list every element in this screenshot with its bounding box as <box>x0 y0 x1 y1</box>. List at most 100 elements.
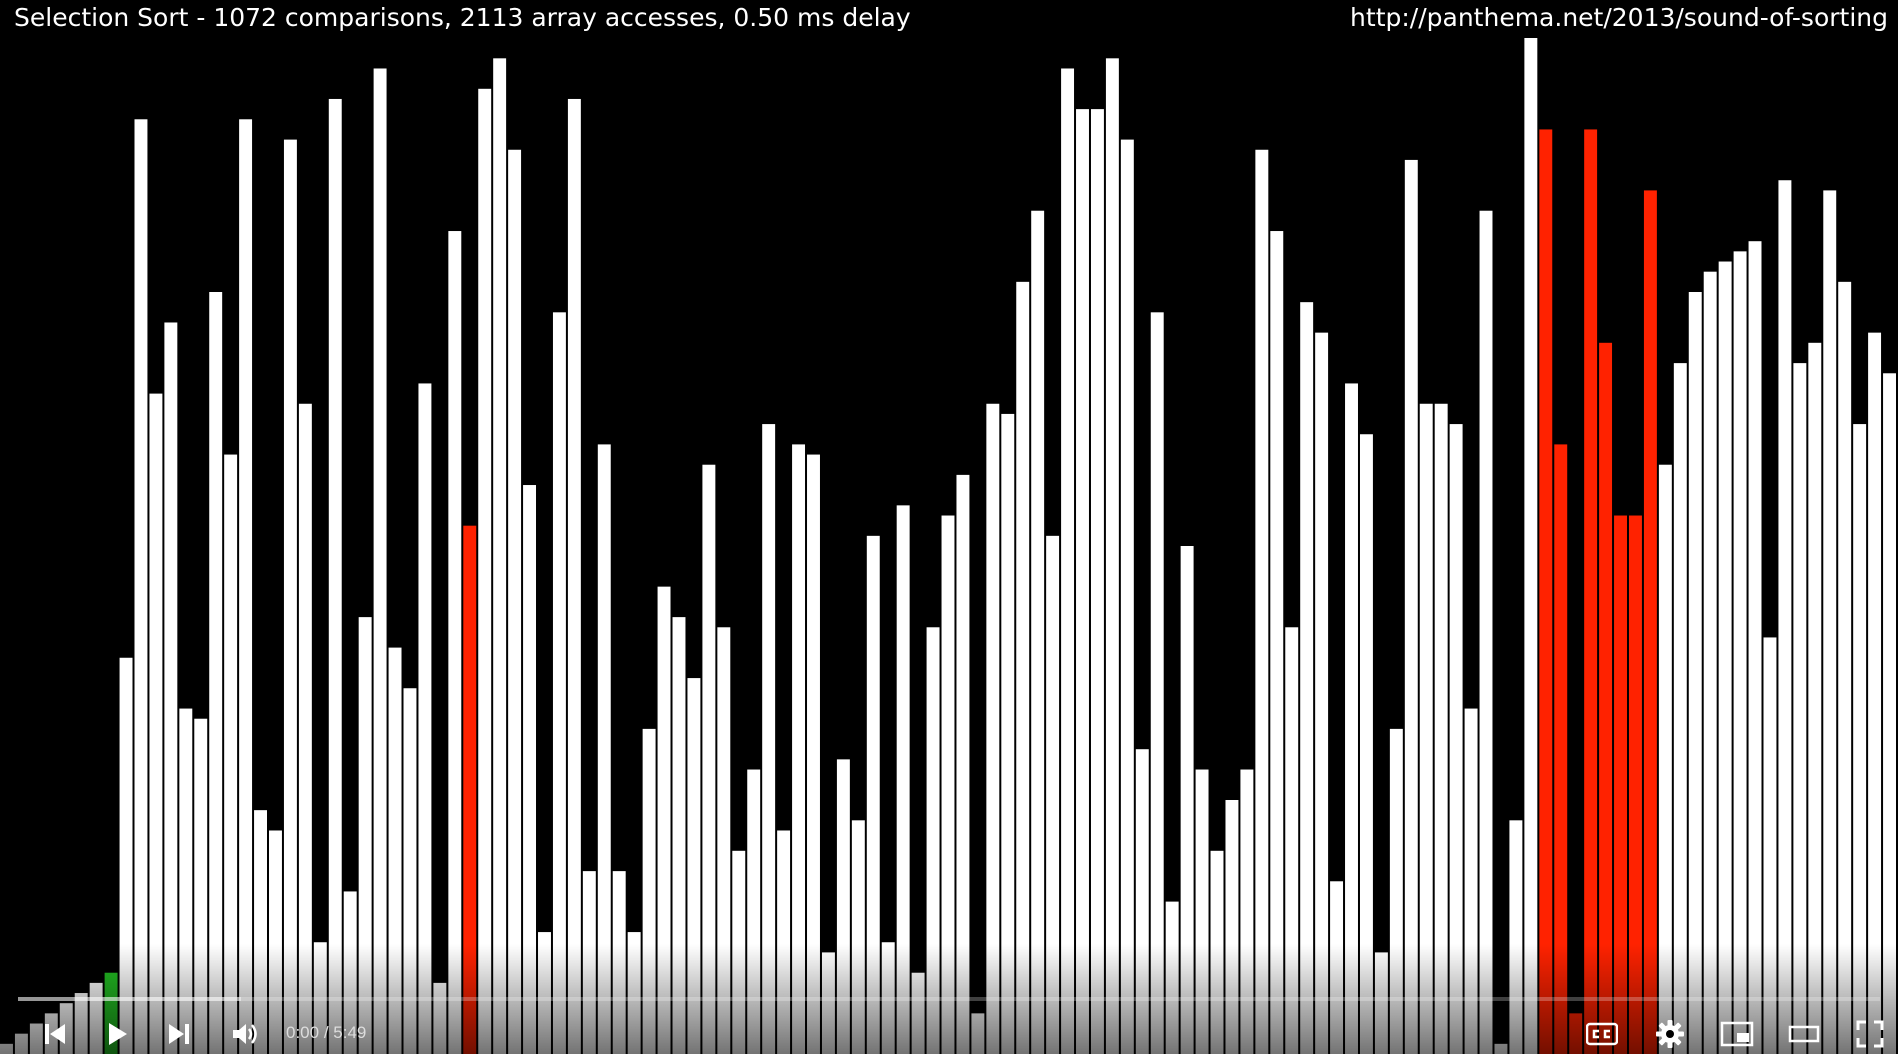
sort-bar <box>1883 373 1896 1054</box>
sort-bar <box>418 383 432 1054</box>
sort-bar <box>298 403 312 1054</box>
next-button[interactable] <box>160 1014 198 1054</box>
sort-bar <box>1255 149 1269 1054</box>
sort-bar <box>1315 332 1329 1054</box>
captions-button[interactable] <box>1582 1014 1622 1054</box>
sort-bar <box>1359 434 1373 1054</box>
sort-bar <box>1808 342 1822 1054</box>
sort-bar <box>807 454 820 1054</box>
previous-button[interactable] <box>36 1014 74 1054</box>
sort-bar <box>732 850 746 1054</box>
sort-bar <box>582 871 596 1054</box>
sort-bar <box>508 149 522 1054</box>
sort-bar <box>1868 332 1882 1054</box>
sort-bar <box>328 98 342 1054</box>
sort-bar <box>1718 261 1732 1054</box>
sort-bar <box>1688 292 1702 1054</box>
captions-icon <box>1586 1022 1618 1046</box>
sort-bar <box>1046 535 1060 1054</box>
sort-bar <box>1539 129 1553 1054</box>
sort-bar <box>986 403 1000 1054</box>
skip-previous-icon <box>45 1024 65 1044</box>
sort-bar <box>74 993 88 1054</box>
sort-bar <box>119 657 133 1054</box>
fullscreen-button[interactable] <box>1850 1014 1890 1054</box>
sort-bar <box>792 444 806 1054</box>
sort-bar <box>1419 403 1433 1054</box>
sort-bar <box>1165 901 1179 1054</box>
sort-bar <box>1793 363 1807 1054</box>
sort-bar <box>1016 281 1030 1054</box>
sort-bar <box>747 769 761 1054</box>
sort-bar <box>896 505 910 1054</box>
sort-bar <box>1090 109 1104 1054</box>
sort-bar <box>1778 180 1792 1054</box>
sort-bar <box>956 474 970 1054</box>
sort-bar <box>358 617 372 1054</box>
progress-bar[interactable] <box>18 997 1880 1001</box>
sort-bar <box>657 586 671 1054</box>
sort-bar <box>478 88 492 1054</box>
sort-bar <box>14 1033 28 1054</box>
sort-bar <box>1001 413 1015 1054</box>
sort-bar <box>194 718 208 1054</box>
sort-bar <box>1374 952 1388 1054</box>
sort-bar <box>1853 424 1867 1054</box>
sort-bar <box>1300 302 1314 1054</box>
sort-bar <box>1434 403 1448 1054</box>
sort-bar <box>1673 363 1687 1054</box>
play-button[interactable] <box>96 1014 138 1054</box>
volume-icon <box>233 1024 257 1044</box>
sort-bar <box>1240 769 1254 1054</box>
sort-bar <box>1599 342 1613 1054</box>
sort-bar <box>1210 850 1224 1054</box>
sort-bar <box>134 119 148 1054</box>
sort-bar <box>971 1013 985 1054</box>
miniplayer-button[interactable] <box>1716 1014 1758 1054</box>
sort-bar <box>926 627 940 1054</box>
sort-bar <box>269 830 282 1054</box>
sort-bar <box>1838 281 1852 1054</box>
sort-bar <box>1150 312 1164 1054</box>
sort-bar <box>702 464 716 1054</box>
video-player[interactable]: Selection Sort - 1072 comparisons, 2113 … <box>0 0 1898 1054</box>
sort-bar <box>612 871 626 1054</box>
sort-bar <box>1494 1043 1508 1054</box>
sort-bar <box>1569 1013 1583 1054</box>
sort-bar <box>777 830 791 1054</box>
gear-icon <box>1656 1020 1684 1048</box>
mute-button[interactable] <box>224 1014 266 1054</box>
sort-bar <box>433 982 447 1054</box>
sort-bar <box>179 708 193 1054</box>
theater-mode-button[interactable] <box>1784 1014 1824 1054</box>
sort-bar <box>283 139 297 1054</box>
sort-bar <box>373 68 387 1054</box>
sort-bar <box>1748 241 1762 1054</box>
sort-bar <box>866 535 880 1054</box>
sort-bar <box>1195 769 1209 1054</box>
sort-bar <box>1345 383 1358 1054</box>
sort-bar <box>762 424 776 1054</box>
sort-bar <box>567 98 581 1054</box>
sort-bar <box>1180 546 1194 1054</box>
sort-bar <box>149 393 163 1054</box>
sort-bar <box>1270 231 1284 1054</box>
sort-bar <box>836 759 850 1054</box>
play-icon <box>109 1023 127 1045</box>
sort-bar <box>1404 159 1418 1054</box>
settings-button[interactable] <box>1650 1014 1690 1054</box>
sort-bar <box>463 525 477 1054</box>
sort-bar <box>642 728 656 1054</box>
miniplayer-icon <box>1720 1021 1754 1047</box>
time-total: 5:49 <box>333 1023 367 1042</box>
sort-bar <box>821 952 835 1054</box>
sort-bar <box>538 932 551 1054</box>
video-overlay-title: Selection Sort - 1072 comparisons, 2113 … <box>14 3 911 32</box>
sort-bar <box>224 454 238 1054</box>
sort-bar <box>1135 749 1149 1054</box>
sorting-visualization <box>0 38 1896 1054</box>
sort-bar <box>164 322 178 1054</box>
sort-bar <box>1389 728 1403 1054</box>
sort-bar <box>1628 515 1642 1054</box>
sort-bar <box>1733 251 1747 1054</box>
